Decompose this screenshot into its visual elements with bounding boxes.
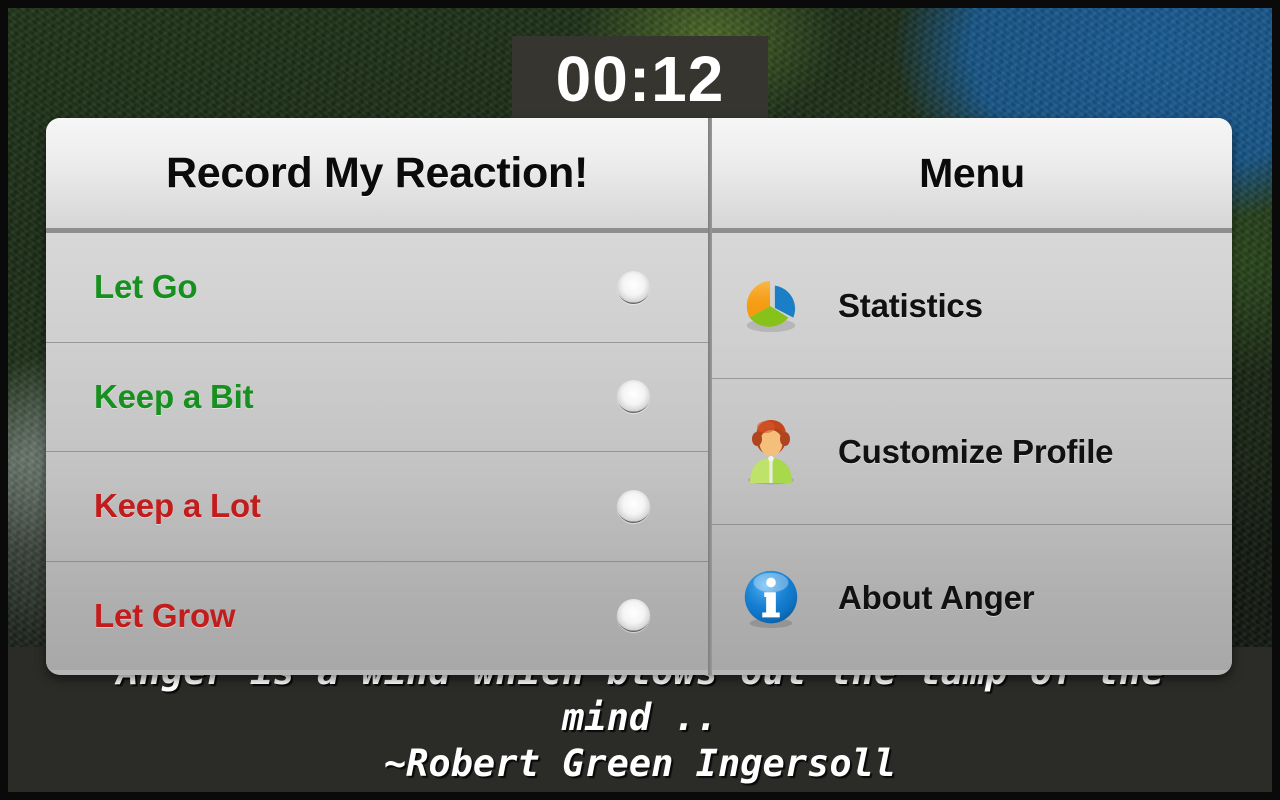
reaction-row-let-grow[interactable]: Let Grow (46, 562, 708, 671)
radio-button-let-grow[interactable] (617, 599, 650, 633)
reaction-row-let-go[interactable]: Let Go (46, 233, 708, 343)
menu-label-customize-profile: Customize Profile (838, 432, 1114, 470)
reaction-label-let-grow: Let Grow (94, 596, 236, 634)
menu-item-about-anger[interactable]: About Anger (712, 525, 1232, 670)
reaction-row-keep-a-lot[interactable]: Keep a Lot (46, 452, 708, 562)
quote-attribution: ~Robert Green Ingersoll (383, 742, 897, 785)
record-reaction-panel: Record My Reaction! Let Go Keep a Bit Ke… (46, 118, 708, 675)
menu-header: Menu (712, 118, 1232, 233)
session-timer: 00:12 (512, 36, 768, 122)
pie-chart-icon (736, 269, 810, 343)
reaction-list: Let Go Keep a Bit Keep a Lot Let Grow (46, 233, 708, 670)
quote-line-2: mind .. (562, 696, 718, 739)
info-circle-icon (736, 561, 810, 635)
reaction-label-keep-a-lot: Keep a Lot (94, 487, 261, 525)
menu-list: Statistics Customize Profile About Anger (712, 233, 1232, 670)
menu-label-statistics: Statistics (838, 286, 983, 324)
reaction-row-keep-a-bit[interactable]: Keep a Bit (46, 343, 708, 452)
person-profile-icon (736, 415, 810, 489)
reaction-label-let-go: Let Go (94, 268, 198, 306)
menu-panel: Menu Statistics Customize Profile About … (712, 118, 1232, 675)
radio-button-let-go[interactable] (617, 270, 650, 304)
app-screen: Anger is a wind which blows out the lamp… (0, 0, 1280, 800)
menu-title: Menu (919, 149, 1025, 196)
radio-button-keep-a-bit[interactable] (617, 380, 650, 414)
menu-item-statistics[interactable]: Statistics (712, 233, 1232, 379)
menu-label-about-anger: About Anger (838, 578, 1035, 616)
menu-item-customize-profile[interactable]: Customize Profile (712, 379, 1232, 525)
record-reaction-title: Record My Reaction! (166, 148, 588, 197)
reaction-label-keep-a-bit: Keep a Bit (94, 377, 254, 415)
record-reaction-header: Record My Reaction! (46, 118, 708, 233)
main-dialog-panel: Record My Reaction! Let Go Keep a Bit Ke… (46, 118, 1232, 675)
radio-button-keep-a-lot[interactable] (617, 489, 650, 523)
